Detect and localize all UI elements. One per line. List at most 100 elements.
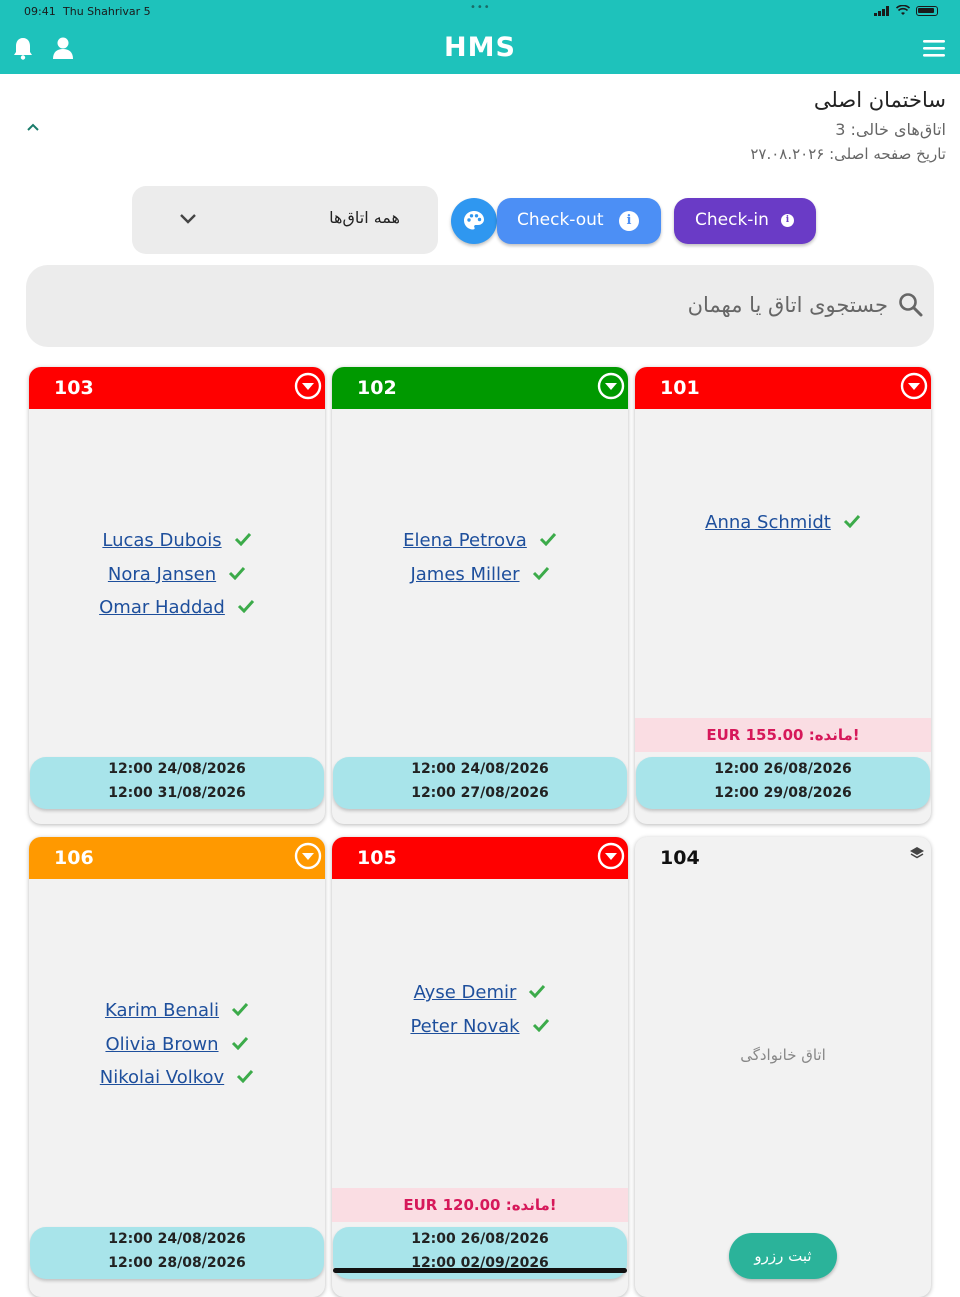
room-card-106[interactable]: 106 Karim Benali Olivia Brown Nikolai Vo… [29,837,325,1297]
chevron-down-icon [179,210,197,229]
room-header: 101 [635,367,931,409]
dropdown-circle-icon[interactable] [293,841,323,876]
checkin-button[interactable]: Check-in i [674,198,816,244]
guest-link[interactable]: Peter Novak [410,1016,519,1037]
home-indicator [333,1268,627,1273]
dropdown-circle-icon[interactable] [596,371,626,406]
guest-list: Anna Schmidt [635,506,931,540]
dropdown-circle-icon[interactable] [899,371,929,406]
room-filter-value: همه اتاق‌ها [329,208,400,227]
checkout-datetime: 12:00 31/08/2026 [108,785,246,801]
stay-dates: 12:00 24/08/2026 12:00 28/08/2026 [30,1227,324,1279]
room-filter-dropdown[interactable]: همه اتاق‌ها [132,186,438,254]
checkin-datetime: 12:00 24/08/2026 [108,1231,246,1247]
checkin-datetime: 12:00 26/08/2026 [714,761,852,777]
hamburger-menu-icon[interactable] [923,38,945,62]
search-input[interactable] [188,285,888,325]
room-number: 104 [660,847,700,869]
checkout-label: Check-out [517,210,604,230]
guest-list: Elena Petrova James Miller [332,524,628,591]
system-indicators [874,5,938,16]
guest-link[interactable]: Karim Benali [105,1000,219,1021]
guest-link[interactable]: Lucas Dubois [102,530,221,551]
dropdown-circle-icon[interactable] [293,371,323,406]
guest-row: Peter Novak [332,1010,628,1044]
guest-row: Anna Schmidt [635,506,931,540]
room-header: 102 [332,367,628,409]
room-number: 105 [357,847,397,869]
color-palette-button[interactable] [451,198,497,244]
stay-dates: 12:00 24/08/2026 12:00 31/08/2026 [30,757,324,809]
checkmark-icon [234,530,252,551]
battery-icon [916,5,938,16]
guest-link[interactable]: Elena Petrova [403,530,527,551]
app-header: HMS [0,24,960,74]
checkmark-icon [532,1016,550,1037]
room-card-103[interactable]: 103 Lucas Dubois Nora Jansen Omar Haddad… [29,367,325,824]
checkmark-icon [231,1000,249,1021]
search-icon [898,292,924,322]
guest-link[interactable]: Omar Haddad [99,597,225,618]
guest-link[interactable]: James Miller [410,564,519,585]
checkin-datetime: 12:00 24/08/2026 [108,761,246,777]
layers-icon[interactable] [909,845,925,867]
multitasking-dots-icon[interactable]: ••• [470,2,491,13]
checkmark-icon [532,564,550,585]
dropdown-circle-icon[interactable] [596,841,626,876]
wifi-icon [896,5,910,15]
guest-row: Omar Haddad [29,591,325,625]
room-header: 103 [29,367,325,409]
checkmark-icon [539,530,557,551]
guest-link[interactable]: Nora Jansen [108,564,216,585]
guest-list: Ayse Demir Peter Novak [332,976,628,1043]
guest-link[interactable]: Nikolai Volkov [100,1067,224,1088]
checkout-datetime: 12:00 29/08/2026 [714,785,852,801]
info-icon: i [781,214,794,227]
guest-link[interactable]: Ayse Demir [414,982,517,1003]
room-card-102[interactable]: 102 Elena Petrova James Miller 12:00 24/… [332,367,628,824]
checkin-label: Check-in [695,210,769,230]
search-bar [26,265,934,347]
balance-due: !مانده: EUR 120.00 [332,1188,628,1222]
balance-due: !مانده: EUR 155.00 [635,718,931,752]
main-page-date: تاریخ صفحه اصلی: ۲۷.۰۸.۲۰۲۶ [750,145,946,163]
room-header: 104 [635,837,931,879]
room-card-104[interactable]: 104 اتاق خانوادگی ثبت رزرو [635,837,931,1297]
guest-row: Nikolai Volkov [29,1061,325,1095]
guest-row: Elena Petrova [332,524,628,558]
guest-row: Lucas Dubois [29,524,325,558]
guest-link[interactable]: Anna Schmidt [705,512,831,533]
checkin-datetime: 12:00 24/08/2026 [411,761,549,777]
palette-icon [464,211,484,230]
checkout-datetime: 12:00 27/08/2026 [411,785,549,801]
checkmark-icon [228,564,246,585]
room-header: 105 [332,837,628,879]
room-card-101[interactable]: 101 Anna Schmidt !مانده: EUR 155.00 12:0… [635,367,931,824]
guest-row: Olivia Brown [29,1028,325,1062]
checkout-button[interactable]: Check-out i [497,198,661,244]
guest-row: Ayse Demir [332,976,628,1010]
room-number: 103 [54,377,94,399]
checkmark-icon [231,1034,249,1055]
info-icon: i [619,211,639,231]
room-number: 106 [54,847,94,869]
room-number: 101 [660,377,700,399]
building-header: ساختمان اصلی اتاق‌های خالی: 3 تاریخ صفحه… [750,88,946,163]
guest-link[interactable]: Olivia Brown [105,1034,218,1055]
guest-row: Karim Benali [29,994,325,1028]
room-card-105[interactable]: 105 Ayse Demir Peter Novak !مانده: EUR 1… [332,837,628,1297]
checkin-datetime: 12:00 26/08/2026 [411,1231,549,1247]
collapse-chevron-up-icon[interactable] [26,120,40,136]
checkmark-icon [843,512,861,533]
guest-row: Nora Jansen [29,558,325,592]
status-time: 09:41 [24,5,56,18]
room-type: اتاق خانوادگی [740,1046,826,1064]
building-name: ساختمان اصلی [813,88,946,112]
guest-list: Karim Benali Olivia Brown Nikolai Volkov [29,994,325,1095]
status-date: Thu Shahrivar 5 [63,5,151,18]
signal-icon [874,5,889,16]
stay-dates: 12:00 24/08/2026 12:00 27/08/2026 [333,757,627,809]
guest-list: Lucas Dubois Nora Jansen Omar Haddad [29,524,325,625]
checkmark-icon [237,597,255,618]
create-reservation-button[interactable]: ثبت رزرو [729,1233,837,1279]
